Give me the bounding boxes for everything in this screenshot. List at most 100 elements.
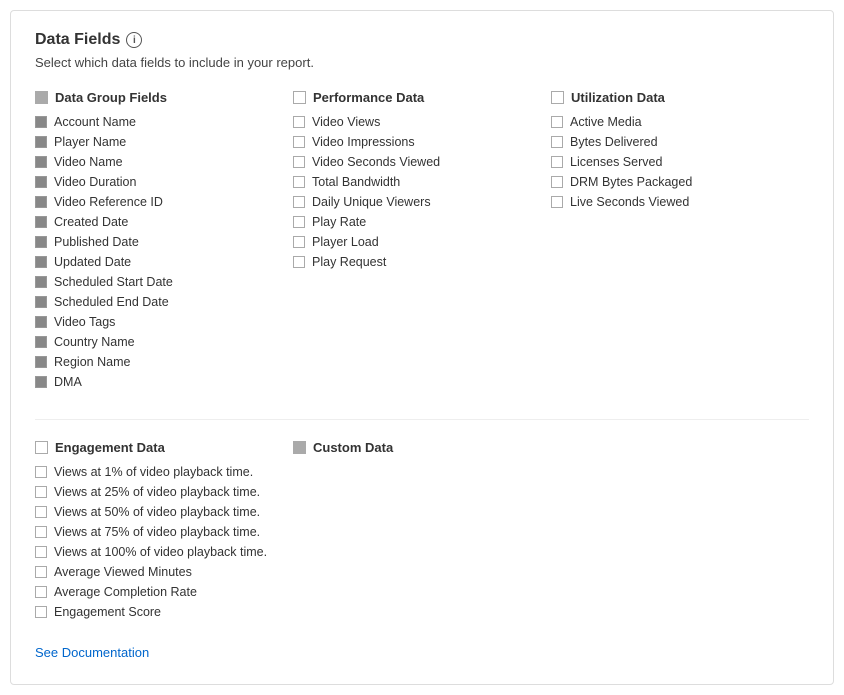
list-item[interactable]: Average Viewed Minutes <box>35 565 277 579</box>
list-item[interactable]: Scheduled End Date <box>35 295 277 309</box>
list-item[interactable]: Region Name <box>35 355 277 369</box>
drm-bytes-packaged-checkbox[interactable] <box>551 176 563 188</box>
views-1pct-checkbox[interactable] <box>35 466 47 478</box>
list-item[interactable]: Views at 100% of video playback time. <box>35 545 277 559</box>
list-item[interactable]: Play Request <box>293 255 535 269</box>
video-duration-checkbox[interactable] <box>35 176 47 188</box>
daily-unique-viewers-checkbox[interactable] <box>293 196 305 208</box>
views-50pct-checkbox[interactable] <box>35 506 47 518</box>
custom-data-checkbox[interactable] <box>293 441 306 454</box>
list-item[interactable]: Average Completion Rate <box>35 585 277 599</box>
published-date-checkbox[interactable] <box>35 236 47 248</box>
bytes-delivered-checkbox[interactable] <box>551 136 563 148</box>
play-rate-checkbox[interactable] <box>293 216 305 228</box>
field-label: Updated Date <box>54 255 131 269</box>
field-label: Views at 75% of video playback time. <box>54 525 260 539</box>
list-item[interactable]: Video Name <box>35 155 277 169</box>
play-request-checkbox[interactable] <box>293 256 305 268</box>
field-label: Average Completion Rate <box>54 585 197 599</box>
list-item[interactable]: Updated Date <box>35 255 277 269</box>
list-item[interactable]: Views at 25% of video playback time. <box>35 485 277 499</box>
player-load-checkbox[interactable] <box>293 236 305 248</box>
list-item[interactable]: Video Reference ID <box>35 195 277 209</box>
scheduled-start-date-checkbox[interactable] <box>35 276 47 288</box>
list-item[interactable]: Active Media <box>551 115 793 129</box>
utilization-data-checkbox[interactable] <box>551 91 564 104</box>
video-impressions-checkbox[interactable] <box>293 136 305 148</box>
bottom-grid: Engagement Data Views at 1% of video pla… <box>35 419 809 625</box>
active-media-checkbox[interactable] <box>551 116 563 128</box>
data-group-checkbox[interactable] <box>35 91 48 104</box>
list-item[interactable]: Video Seconds Viewed <box>293 155 535 169</box>
player-name-checkbox[interactable] <box>35 136 47 148</box>
list-item[interactable]: Daily Unique Viewers <box>293 195 535 209</box>
region-name-checkbox[interactable] <box>35 356 47 368</box>
scheduled-end-date-checkbox[interactable] <box>35 296 47 308</box>
utilization-data-header[interactable]: Utilization Data <box>551 90 793 105</box>
field-label: Scheduled Start Date <box>54 275 173 289</box>
live-seconds-viewed-checkbox[interactable] <box>551 196 563 208</box>
list-item[interactable]: Play Rate <box>293 215 535 229</box>
list-item[interactable]: Engagement Score <box>35 605 277 619</box>
list-item[interactable]: Licenses Served <box>551 155 793 169</box>
list-item[interactable]: Account Name <box>35 115 277 129</box>
video-name-checkbox[interactable] <box>35 156 47 168</box>
created-date-checkbox[interactable] <box>35 216 47 228</box>
video-tags-checkbox[interactable] <box>35 316 47 328</box>
data-group-header[interactable]: Data Group Fields <box>35 90 277 105</box>
list-item[interactable]: Video Tags <box>35 315 277 329</box>
field-label: Daily Unique Viewers <box>312 195 431 209</box>
utilization-data-fields: Utilization Data Active Media Bytes Deli… <box>551 90 809 395</box>
list-item[interactable]: Views at 1% of video playback time. <box>35 465 277 479</box>
video-reference-id-checkbox[interactable] <box>35 196 47 208</box>
list-item[interactable]: Published Date <box>35 235 277 249</box>
data-group-label: Data Group Fields <box>55 90 167 105</box>
avg-completion-rate-checkbox[interactable] <box>35 586 47 598</box>
subtitle: Select which data fields to include in y… <box>35 55 809 70</box>
list-item[interactable]: Views at 75% of video playback time. <box>35 525 277 539</box>
list-item[interactable]: Video Duration <box>35 175 277 189</box>
video-seconds-viewed-checkbox[interactable] <box>293 156 305 168</box>
list-item[interactable]: Total Bandwidth <box>293 175 535 189</box>
info-icon[interactable]: i <box>126 32 142 48</box>
views-25pct-checkbox[interactable] <box>35 486 47 498</box>
list-item[interactable]: Views at 50% of video playback time. <box>35 505 277 519</box>
title-text: Data Fields <box>35 31 120 49</box>
field-label: Play Request <box>312 255 386 269</box>
licenses-served-checkbox[interactable] <box>551 156 563 168</box>
list-item[interactable]: Player Name <box>35 135 277 149</box>
performance-data-checkbox[interactable] <box>293 91 306 104</box>
list-item[interactable]: DRM Bytes Packaged <box>551 175 793 189</box>
list-item[interactable]: Video Impressions <box>293 135 535 149</box>
total-bandwidth-checkbox[interactable] <box>293 176 305 188</box>
performance-data-header[interactable]: Performance Data <box>293 90 535 105</box>
views-75pct-checkbox[interactable] <box>35 526 47 538</box>
performance-data-fields: Performance Data Video Views Video Impre… <box>293 90 551 395</box>
custom-data-header[interactable]: Custom Data <box>293 440 535 455</box>
country-name-checkbox[interactable] <box>35 336 47 348</box>
field-label: Video Tags <box>54 315 115 329</box>
dma-checkbox[interactable] <box>35 376 47 388</box>
list-item[interactable]: Live Seconds Viewed <box>551 195 793 209</box>
list-item[interactable]: Bytes Delivered <box>551 135 793 149</box>
list-item[interactable]: Country Name <box>35 335 277 349</box>
field-label: Views at 25% of video playback time. <box>54 485 260 499</box>
engagement-data-label: Engagement Data <box>55 440 165 455</box>
list-item[interactable]: Player Load <box>293 235 535 249</box>
engagement-data-checkbox[interactable] <box>35 441 48 454</box>
avg-viewed-minutes-checkbox[interactable] <box>35 566 47 578</box>
list-item[interactable]: Scheduled Start Date <box>35 275 277 289</box>
field-label: Bytes Delivered <box>570 135 658 149</box>
list-item[interactable]: Video Views <box>293 115 535 129</box>
video-views-checkbox[interactable] <box>293 116 305 128</box>
list-item[interactable]: Created Date <box>35 215 277 229</box>
list-item[interactable]: DMA <box>35 375 277 389</box>
updated-date-checkbox[interactable] <box>35 256 47 268</box>
account-name-checkbox[interactable] <box>35 116 47 128</box>
field-label: Video Impressions <box>312 135 415 149</box>
engagement-data-header[interactable]: Engagement Data <box>35 440 277 455</box>
engagement-score-checkbox[interactable] <box>35 606 47 618</box>
views-100pct-checkbox[interactable] <box>35 546 47 558</box>
field-label: Video Views <box>312 115 380 129</box>
field-label: Video Seconds Viewed <box>312 155 440 169</box>
